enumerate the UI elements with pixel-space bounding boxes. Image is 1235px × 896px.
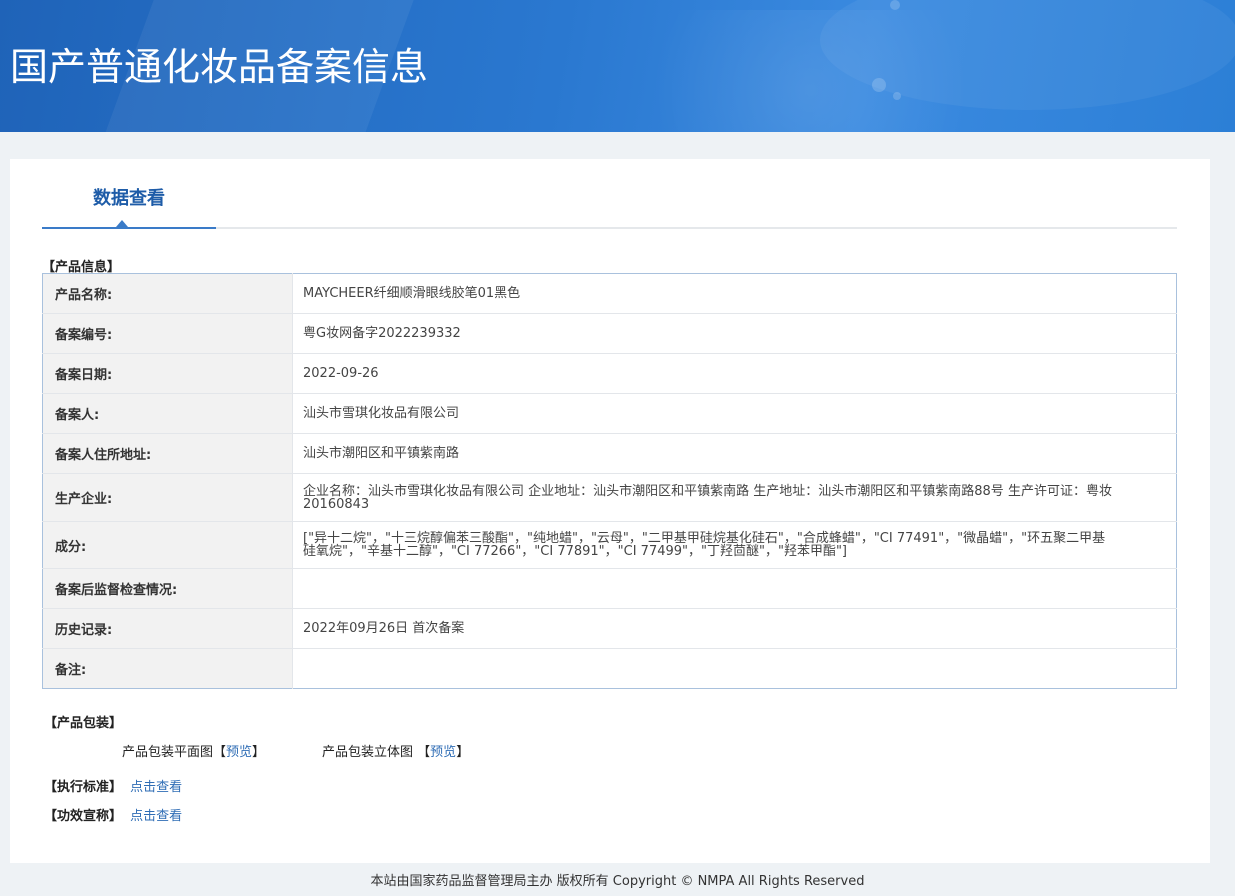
info-row: 备案日期: 2022-09-26 [42, 353, 1177, 394]
preview-solid-link[interactable]: 预览 [430, 745, 456, 760]
info-row-value: 企业名称：汕头市雪琪化妆品有限公司 企业地址：汕头市潮阳区和平镇紫南路 生产地址… [292, 473, 1177, 522]
info-row: 备案编号: 粤G妆网备字2022239332 [42, 313, 1177, 354]
info-row-label: 备案编号: [42, 313, 293, 354]
standard-view-link[interactable]: 点击查看 [130, 780, 182, 795]
tab-data-view[interactable]: 数据查看 [42, 182, 216, 229]
info-row-value [292, 568, 1177, 609]
info-row-label: 备案日期: [42, 353, 293, 394]
info-row: 历史记录: 2022年09月26日 首次备案 [42, 608, 1177, 649]
info-row-label: 备案人: [42, 393, 293, 434]
info-row-label: 备案人住所地址: [42, 433, 293, 474]
info-row: 备案后监督检查情况: [42, 568, 1177, 609]
bracket: 【 [213, 745, 227, 760]
info-row-value: 2022年09月26日 首次备案 [292, 608, 1177, 649]
standard-row: 【执行标准】 点击查看 [44, 776, 182, 795]
info-row: 生产企业: 企业名称：汕头市雪琪化妆品有限公司 企业地址：汕头市潮阳区和平镇紫南路… [42, 473, 1177, 522]
preview-flat-link[interactable]: 预览 [226, 745, 252, 760]
info-row-value: 汕头市雪琪化妆品有限公司 [292, 393, 1177, 434]
page-title: 国产普通化妆品备案信息 [10, 45, 429, 89]
content-panel: 数据查看 【产品信息】 产品名称: MAYCHEER纤细顺滑眼线胶笔01黑色 备案编… [10, 159, 1210, 863]
product-info-table: 产品名称: MAYCHEER纤细顺滑眼线胶笔01黑色 备案编号: 粤G妆网备字2022… [42, 273, 1177, 689]
info-row-value [292, 648, 1177, 689]
footer: 本站由国家药品监督管理局主办 版权所有 Copyright © NMPA All… [370, 874, 865, 889]
packaging-title: 【产品包装】 [44, 716, 123, 731]
info-row-value: 粤G妆网备字2022239332 [292, 313, 1177, 354]
bracket: 】 [252, 745, 266, 760]
info-row-value: ["异十二烷"，"十三烷醇偏苯三酸酯"，"纯地蜡"，"云母"，"二甲基甲硅烷基化… [292, 521, 1177, 569]
info-row-label: 备注: [42, 648, 293, 689]
info-row-label: 产品名称: [42, 273, 293, 314]
packaging-solid-row: 产品包装立体图 【预览】 [322, 741, 469, 760]
info-row: 备注: [42, 648, 1177, 689]
efficacy-label: 【功效宣称】 [44, 809, 123, 824]
banner-decoration [893, 92, 901, 100]
packaging-solid-label: 产品包装立体图 [322, 745, 414, 760]
packaging-flat-label: 产品包装平面图 [122, 745, 214, 760]
banner-decoration [890, 0, 900, 10]
info-row: 产品名称: MAYCHEER纤细顺滑眼线胶笔01黑色 [42, 273, 1177, 314]
tab-active-caret [116, 220, 128, 227]
info-row-label: 历史记录: [42, 608, 293, 649]
bracket: 】 [456, 745, 470, 760]
info-row-label: 备案后监督检查情况: [42, 568, 293, 609]
header-banner: 国产普通化妆品备案信息 [0, 0, 1235, 132]
info-row-value: 2022-09-26 [292, 353, 1177, 394]
tab-bar: 数据查看 [42, 182, 1177, 229]
info-row-value: MAYCHEER纤细顺滑眼线胶笔01黑色 [303, 286, 521, 301]
info-row-label: 生产企业: [42, 473, 293, 522]
banner-decoration [872, 78, 886, 92]
packaging-flat-row: 产品包装平面图【预览】 [122, 741, 265, 760]
efficacy-view-link[interactable]: 点击查看 [130, 809, 182, 824]
bracket: 【 [417, 745, 431, 760]
info-row-value: 汕头市潮阳区和平镇紫南路 [292, 433, 1177, 474]
info-row: 成分: ["异十二烷"，"十三烷醇偏苯三酸酯"，"纯地蜡"，"云母"，"二甲基甲硅… [42, 521, 1177, 569]
info-row-label: 成分: [42, 521, 293, 569]
info-row: 备案人住所地址: 汕头市潮阳区和平镇紫南路 [42, 433, 1177, 474]
standard-label: 【执行标准】 [44, 780, 123, 795]
info-row: 备案人: 汕头市雪琪化妆品有限公司 [42, 393, 1177, 434]
efficacy-row: 【功效宣称】 点击查看 [44, 805, 182, 824]
